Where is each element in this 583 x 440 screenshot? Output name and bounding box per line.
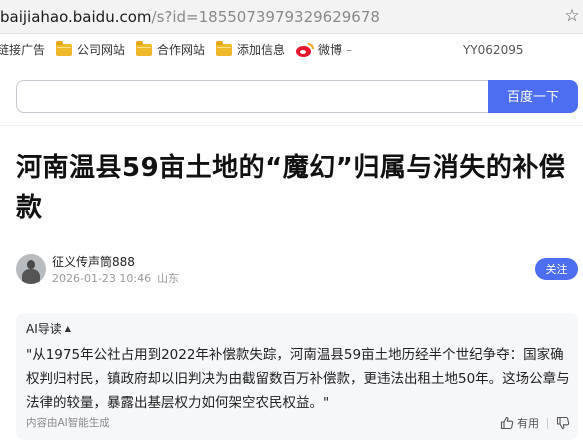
post-location: 山东 — [157, 272, 180, 285]
author-name[interactable]: 征义传声筒888 — [52, 254, 135, 270]
url-text[interactable]: baijiahao.baidu.com/s?id=185507397932962… — [0, 7, 380, 27]
url-host: baijiahao.baidu.com — [0, 8, 152, 26]
post-datetime: 2026-01-23 10:46 — [52, 272, 152, 285]
post-meta: 2026-01-23 10:46 山东 — [52, 272, 179, 286]
bookmark-partial[interactable]: 链接广告 — [0, 34, 45, 66]
useful-label[interactable]: 有用 — [517, 415, 539, 431]
bookmark-company-sites[interactable]: 公司网站 — [56, 34, 125, 66]
ai-disclaimer: 内容由AI智能生成 — [26, 417, 110, 429]
bookmark-suffix: – — [346, 43, 353, 57]
bookmark-label: 微博 — [318, 43, 343, 57]
ai-summary-toggle[interactable]: AI导读 ▲ — [26, 321, 71, 337]
article-title: 河南温县59亩土地的“魔幻”归属与消失的补偿款 — [16, 153, 566, 223]
bookmark-label: 公司网站 — [77, 43, 126, 57]
star-icon[interactable]: ☆ — [562, 6, 582, 26]
address-bar[interactable]: baijiahao.baidu.com/s?id=185507397932962… — [0, 0, 583, 34]
bookmark-label: 合作网站 — [157, 43, 206, 57]
user-code-text: YY062095 — [463, 43, 524, 57]
user-code: YY062095 — [463, 34, 523, 66]
ai-summary-card: AI导读 ▲ "从1975年公社占用到2022年补偿款失踪，河南温县59亩土地历经… — [16, 313, 578, 440]
thumbs-down-icon[interactable] — [556, 416, 570, 430]
thumbs-up-icon[interactable] — [500, 416, 514, 430]
folder-icon — [136, 41, 152, 56]
bookmark-label: 链接广告 — [0, 43, 46, 57]
search-input[interactable] — [16, 80, 490, 113]
avatar[interactable] — [16, 254, 46, 284]
caret-up-icon: ▲ — [64, 324, 71, 333]
ai-summary-title: AI导读 — [26, 322, 62, 336]
search-button[interactable]: 百度一下 — [488, 80, 578, 113]
bookmark-label: 添加信息 — [237, 43, 286, 57]
bookmark-add-info[interactable]: 添加信息 — [216, 34, 285, 66]
divider — [547, 417, 548, 429]
folder-icon — [216, 41, 232, 56]
bookmark-partner-sites[interactable]: 合作网站 — [136, 34, 205, 66]
bookmarks-bar: 链接广告 公司网站 合作网站 添加信息 微博 – YY062095 — [0, 34, 583, 66]
follow-button[interactable]: 关注 — [535, 258, 578, 280]
search-bar: 百度一下 — [0, 66, 583, 126]
weibo-icon — [296, 43, 314, 57]
url-path: /s?id=1855073979329629678 — [151, 8, 380, 26]
bookmark-weibo[interactable]: 微博 – — [296, 34, 352, 66]
ai-summary-text: "从1975年公社占用到2022年补偿款失踪，河南温县59亩土地历经半个世纪争夺… — [26, 347, 570, 411]
folder-icon — [56, 41, 72, 56]
feedback-controls: 有用 — [500, 415, 570, 431]
